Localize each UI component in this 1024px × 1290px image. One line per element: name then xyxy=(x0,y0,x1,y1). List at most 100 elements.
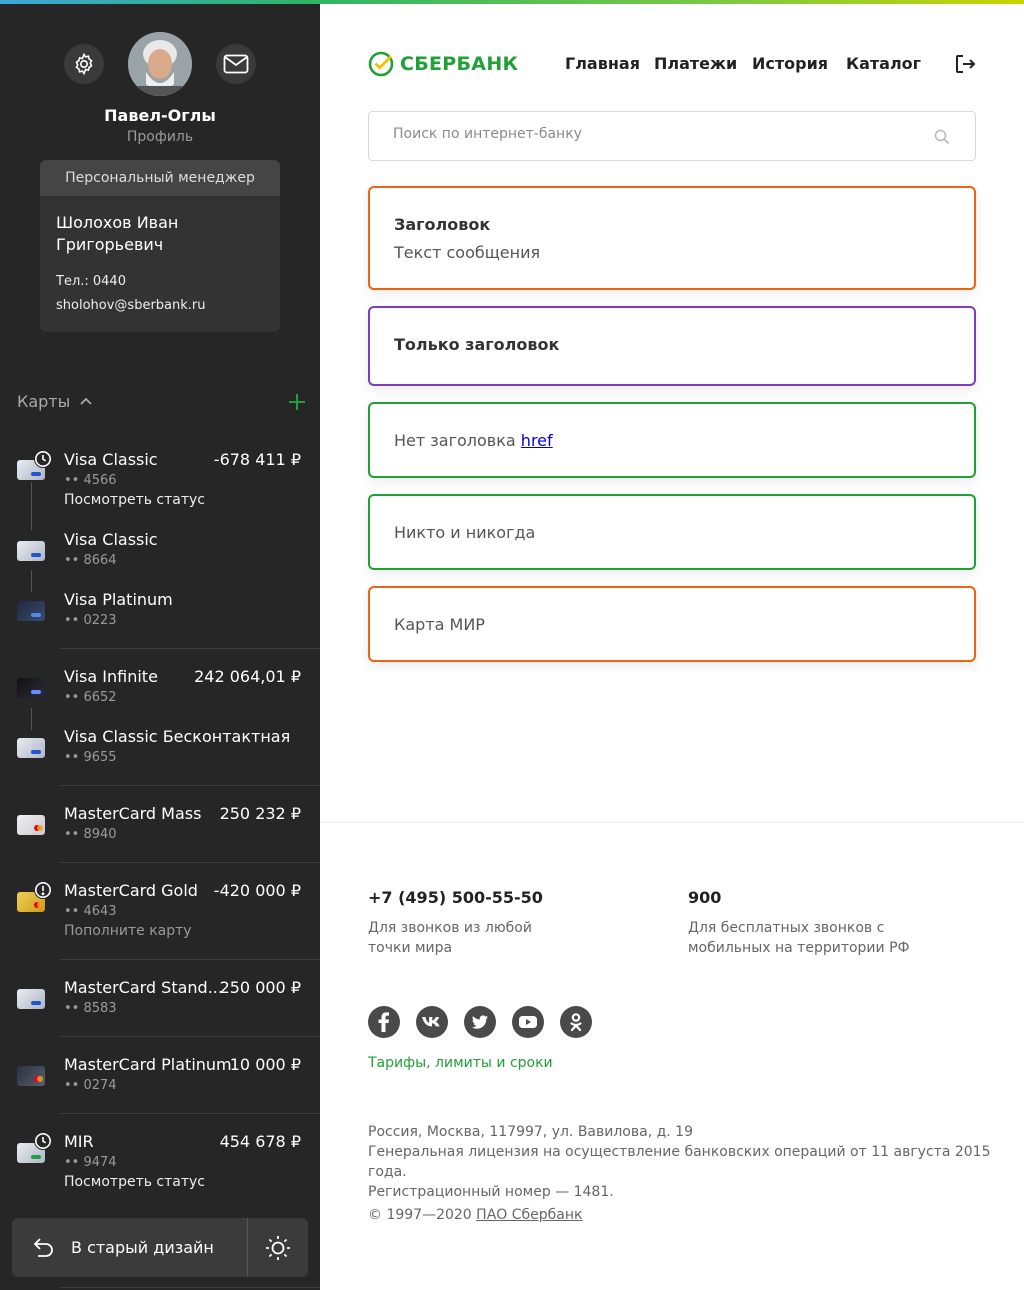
message-card[interactable]: Никто и никогда xyxy=(368,494,976,570)
card-name: MasterCard Platinum xyxy=(64,1055,232,1074)
license-line: Генеральная лицензия на осуществление ба… xyxy=(368,1144,991,1180)
odnoklassniki-icon[interactable] xyxy=(560,1006,592,1038)
card-item[interactable]: MasterCard Stand... 250 000 ₽ •• 8583 xyxy=(0,974,320,1034)
theme-toggle-button[interactable] xyxy=(248,1218,308,1277)
address-line: Россия, Москва, 117997, ул. Вавилова, д.… xyxy=(368,1124,694,1140)
card-name: MIR xyxy=(64,1132,94,1151)
search-input[interactable] xyxy=(393,126,913,142)
card-dark-visa-icon xyxy=(17,678,45,698)
card-item[interactable]: MasterCard Mass 250 232 ₽ •• 8940 xyxy=(0,800,320,860)
phone-free-desc: Для бесплатных звонков с мобильных на те… xyxy=(688,920,910,956)
youtube-icon[interactable] xyxy=(512,1006,544,1038)
card-amount: 242 064,01 ₽ xyxy=(194,667,301,686)
nav-history[interactable]: История xyxy=(752,54,828,73)
old-design-button[interactable]: В старый дизайн xyxy=(12,1218,247,1277)
address-block: Россия, Москва, 117997, ул. Вавилова, д.… xyxy=(368,1122,1008,1202)
card-status-link[interactable]: Посмотреть статус xyxy=(64,1174,205,1190)
message-text: Нет заголовка href xyxy=(394,431,553,450)
alert-icon xyxy=(34,881,52,899)
card-name: Visa Infinite xyxy=(64,667,158,686)
card-name: MasterCard Gold xyxy=(64,881,198,900)
facebook-icon[interactable] xyxy=(368,1006,400,1038)
divider xyxy=(60,1287,320,1288)
card-item[interactable]: Visa Classic •• 8664 xyxy=(0,526,320,582)
profile-link[interactable]: Профиль xyxy=(0,129,320,145)
card-number: •• 8664 xyxy=(64,553,117,568)
top-gradient-bar xyxy=(0,0,1024,4)
card-name: Visa Classic xyxy=(64,450,158,469)
message-link[interactable]: href xyxy=(521,431,553,450)
sun-icon xyxy=(266,1235,290,1260)
card-amount: -420 000 ₽ xyxy=(213,881,301,900)
divider xyxy=(60,785,320,786)
divider xyxy=(60,1113,320,1114)
footer-divider xyxy=(320,822,1024,823)
user-name[interactable]: Павел-Оглы xyxy=(0,106,320,125)
divider xyxy=(60,648,320,649)
twitter-icon[interactable] xyxy=(464,1006,496,1038)
message-title: Только заголовок xyxy=(394,335,560,354)
avatar[interactable] xyxy=(128,32,192,96)
card-item[interactable]: Visa Classic Бесконтактная •• 9655 xyxy=(0,723,320,783)
tariffs-link[interactable]: Тарифы, лимиты и сроки xyxy=(368,1055,553,1071)
card-item[interactable]: MasterCard Platinum 10 000 ₽ •• 0274 xyxy=(0,1051,320,1111)
nav-main[interactable]: Главная xyxy=(565,54,640,73)
profile-row xyxy=(0,32,320,96)
divider xyxy=(60,862,320,863)
message-card[interactable]: Карта МИР xyxy=(368,586,976,662)
card-number: •• 0274 xyxy=(64,1078,117,1093)
message-card[interactable]: Только заголовок xyxy=(368,306,976,386)
card-number: •• 6652 xyxy=(64,690,117,705)
manager-email[interactable]: sholohov@sberbank.ru xyxy=(56,298,206,313)
card-number: •• 8940 xyxy=(64,827,117,842)
bottom-bar: В старый дизайн xyxy=(12,1218,308,1277)
cards-title[interactable]: Карты xyxy=(17,392,70,411)
card-number: •• 4643 xyxy=(64,904,117,919)
company-link[interactable]: ПАО Сбербанк xyxy=(476,1207,582,1223)
card-name: Visa Classic Бесконтактная xyxy=(64,727,291,746)
nav-catalog[interactable]: Каталог xyxy=(846,54,921,73)
card-item[interactable]: MasterCard Gold -420 000 ₽ •• 4643 Попол… xyxy=(0,877,320,957)
card-item[interactable]: Visa Platinum •• 0223 xyxy=(0,586,320,646)
personal-manager-panel: Персональный менеджер Шолохов Иван Григо… xyxy=(40,160,280,332)
nav-payments[interactable]: Платежи xyxy=(654,54,737,73)
search-icon[interactable] xyxy=(933,128,951,146)
add-card-plus-icon[interactable] xyxy=(287,390,307,414)
gear-icon xyxy=(75,52,93,76)
avatar-image xyxy=(128,32,192,96)
card-item[interactable]: Visa Infinite 242 064,01 ₽ •• 6652 xyxy=(0,663,320,719)
card-number: •• 8583 xyxy=(64,1001,117,1016)
card-status-link[interactable]: Пополните карту xyxy=(64,923,192,939)
copyright: © 1997—2020 ПАО Сбербанк xyxy=(368,1207,582,1223)
sberbank-logo[interactable]: СБЕРБАНК xyxy=(368,51,518,77)
phone-international[interactable]: +7 (495) 500-55-50 xyxy=(368,888,543,907)
card-amount: 250 000 ₽ xyxy=(219,978,301,997)
divider xyxy=(60,959,320,960)
card-item[interactable]: MIR 454 678 ₽ •• 9474 Посмотреть статус xyxy=(0,1128,320,1208)
vk-icon[interactable] xyxy=(416,1006,448,1038)
settings-button[interactable] xyxy=(64,44,104,84)
message-card[interactable]: Нет заголовка href xyxy=(368,402,976,478)
mail-button[interactable] xyxy=(216,44,256,84)
phone-free[interactable]: 900 xyxy=(688,888,721,907)
card-status-link[interactable]: Посмотреть статус xyxy=(64,492,205,508)
card-dark-visa-icon xyxy=(17,601,45,621)
card-number: •• 0223 xyxy=(64,613,117,628)
divider xyxy=(60,1036,320,1037)
logout-icon[interactable] xyxy=(954,53,976,75)
message-text: Никто и никогда xyxy=(394,523,536,542)
chevron-up-icon[interactable] xyxy=(79,394,93,408)
message-text-content: Нет заголовка xyxy=(394,431,516,450)
card-item[interactable]: Visa Classic -678 411 ₽ •• 4566 Посмотре… xyxy=(0,446,320,518)
card-amount: 454 678 ₽ xyxy=(219,1132,301,1151)
card-name: Visa Platinum xyxy=(64,590,173,609)
message-card[interactable]: Заголовок Текст сообщения xyxy=(368,186,976,290)
card-amount: 250 232 ₽ xyxy=(219,804,301,823)
logo-text: СБЕРБАНК xyxy=(400,53,519,75)
card-silver-mc-icon xyxy=(17,815,45,835)
manager-name: Шолохов Иван Григорьевич xyxy=(56,213,179,254)
sber-logo-icon xyxy=(368,51,394,77)
search-box xyxy=(368,111,976,161)
phone-international-desc: Для звонков из любой точки мира xyxy=(368,920,532,956)
message-text: Текст сообщения xyxy=(394,243,541,262)
